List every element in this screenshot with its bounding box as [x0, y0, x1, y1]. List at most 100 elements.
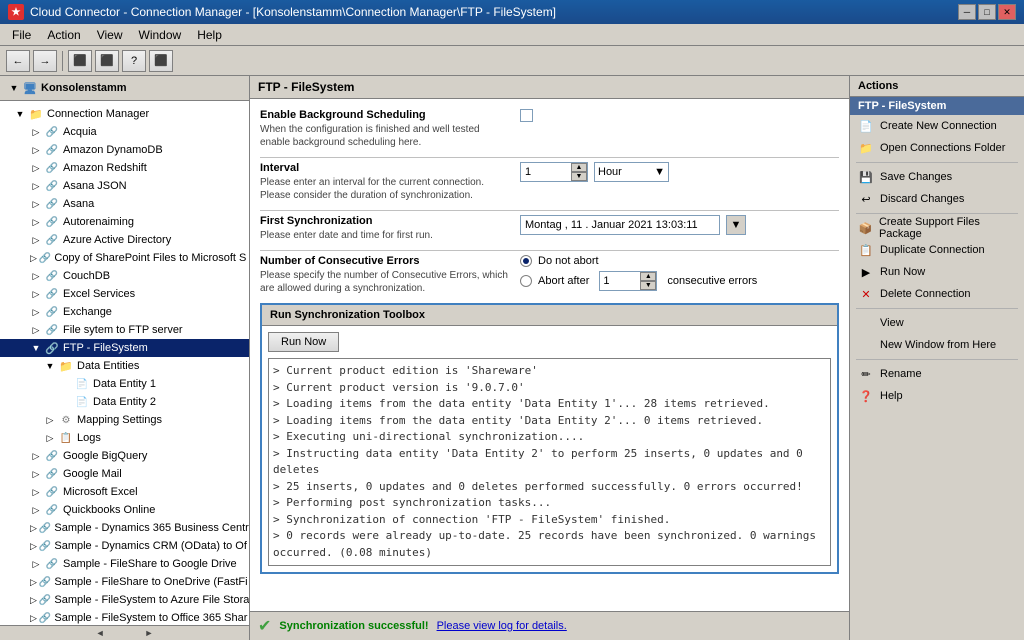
- do-not-abort-option[interactable]: Do not abort: [520, 255, 757, 267]
- acquia-icon: 🔗: [44, 124, 60, 140]
- action-rename[interactable]: ✏ Rename: [850, 363, 1024, 385]
- tree-item-asana[interactable]: ▷ 🔗 Asana: [0, 195, 249, 213]
- bg-scheduling-label: Enable Background Scheduling: [260, 109, 510, 121]
- actions-section-title: FTP - FileSystem: [850, 97, 1024, 115]
- abort-spinner[interactable]: ▲ ▼: [640, 272, 656, 290]
- tree-item-google-bigquery[interactable]: ▷ 🔗 Google BigQuery: [0, 447, 249, 465]
- tree-item-sample-filesystem-o365[interactable]: ▷ 🔗 Sample - FileSystem to Office 365 Sh…: [0, 609, 249, 625]
- interval-section: Interval Please enter an interval for th…: [260, 162, 839, 202]
- action-help[interactable]: ❓ Help: [850, 385, 1024, 407]
- tree-item-azure-ad[interactable]: ▷ 🔗 Azure Active Directory: [0, 231, 249, 249]
- action-open-connections-folder[interactable]: 📁 Open Connections Folder: [850, 137, 1024, 159]
- menu-window[interactable]: Window: [131, 26, 190, 44]
- interval-down[interactable]: ▼: [571, 172, 587, 181]
- action-new-window[interactable]: New Window from Here: [850, 334, 1024, 356]
- tree-item-data-entity-2[interactable]: 📄 Data Entity 2: [0, 393, 249, 411]
- tree-item-exchange[interactable]: ▷ 🔗 Exchange: [0, 303, 249, 321]
- toolbar-btn-4[interactable]: ⬛: [149, 50, 173, 72]
- maximize-button[interactable]: □: [978, 4, 996, 20]
- first-sync-date-input[interactable]: Montag , 11 . Januar 2021 13:03:11: [520, 215, 720, 235]
- content-scroll: Enable Background Scheduling When the co…: [250, 99, 849, 640]
- action-delete-connection[interactable]: ✕ Delete Connection: [850, 283, 1024, 305]
- abort-up[interactable]: ▲: [640, 272, 656, 281]
- tree-item-data-entities[interactable]: ▼ 📁 Data Entities: [0, 357, 249, 375]
- log-line-6: > 25 inserts, 0 updates and 0 deletes pe…: [273, 479, 826, 496]
- menu-bar: File Action View Window Help: [0, 24, 1024, 46]
- tree-item-asana-json[interactable]: ▷ 🔗 Asana JSON: [0, 177, 249, 195]
- tree-item-acquia[interactable]: ▷ 🔗 Acquia: [0, 123, 249, 141]
- abort-input-group: 1 ▲ ▼: [599, 271, 657, 291]
- interval-value[interactable]: 1: [521, 163, 571, 181]
- view-icon: [858, 315, 874, 331]
- tree-item-logs[interactable]: ▷ 📋 Logs: [0, 429, 249, 447]
- tree-item-sample-fileshare-google[interactable]: ▷ 🔗 Sample - FileShare to Google Drive: [0, 555, 249, 573]
- menu-help[interactable]: Help: [189, 26, 230, 44]
- first-sync-label: First Synchronization: [260, 215, 510, 227]
- new-window-icon: [858, 337, 874, 353]
- bg-scheduling-checkbox[interactable]: [520, 109, 533, 122]
- interval-spinner[interactable]: ▲ ▼: [571, 163, 587, 181]
- tree-item-excel-services[interactable]: ▷ 🔗 Excel Services: [0, 285, 249, 303]
- minimize-button[interactable]: ─: [958, 4, 976, 20]
- view-log-link[interactable]: Please view log for details.: [437, 620, 567, 632]
- tree-item-connection-manager[interactable]: ▼ 📁 Connection Manager: [0, 105, 249, 123]
- tree-item-amazon-redshift[interactable]: ▷ 🔗 Amazon Redshift: [0, 159, 249, 177]
- log-line-9: > 0 records were already up-to-date. 25 …: [273, 528, 826, 561]
- tree-item-amazon-dynamodb[interactable]: ▷ 🔗 Amazon DynamoDB: [0, 141, 249, 159]
- tree-item-microsoft-excel[interactable]: ▷ 🔗 Microsoft Excel: [0, 483, 249, 501]
- first-sync-date-value: Montag , 11 . Januar 2021 13:03:11: [525, 219, 698, 231]
- toolbar-btn-3[interactable]: ?: [122, 50, 146, 72]
- tree-item-file-system-ftp[interactable]: ▷ 🔗 File sytem to FTP server: [0, 321, 249, 339]
- content-panel: FTP - FileSystem Enable Background Sched…: [250, 76, 849, 640]
- tree-item-mapping-settings[interactable]: ▷ ⚙ Mapping Settings: [0, 411, 249, 429]
- tree-item-autorename[interactable]: ▷ 🔗 Autorenaiming: [0, 213, 249, 231]
- content-title: FTP - FileSystem: [250, 76, 849, 99]
- menu-action[interactable]: Action: [39, 26, 88, 44]
- tree-root[interactable]: ▼ 🖥 Konsolenstamm: [6, 79, 243, 97]
- tree-item-couchdb[interactable]: ▷ 🔗 CouchDB: [0, 267, 249, 285]
- menu-view[interactable]: View: [89, 26, 131, 44]
- tree-item-sample-fileshare-onedrive[interactable]: ▷ 🔗 Sample - FileShare to OneDrive (Fast…: [0, 573, 249, 591]
- tree-item-sample-dynamics-crm[interactable]: ▷ 🔗 Sample - Dynamics CRM (OData) to Of: [0, 537, 249, 555]
- tree-panel: ▼ 🖥 Konsolenstamm ▼ 📁 Connection Manager…: [0, 76, 250, 640]
- interval-up[interactable]: ▲: [571, 163, 587, 172]
- run-sync-toolbox: Run Synchronization Toolbox Run Now > Cu…: [260, 303, 839, 574]
- tree-item-google-mail[interactable]: ▷ 🔗 Google Mail: [0, 465, 249, 483]
- abort-after-radio[interactable]: [520, 275, 532, 287]
- action-run-now[interactable]: ▶ Run Now: [850, 261, 1024, 283]
- do-not-abort-radio[interactable]: [520, 255, 532, 267]
- close-button[interactable]: ✕: [998, 4, 1016, 20]
- back-button[interactable]: ←: [6, 50, 30, 72]
- interval-unit-dropdown[interactable]: Hour ▼: [594, 162, 669, 182]
- log-line-1: > Current product version is '9.0.7.0': [273, 380, 826, 397]
- window-controls: ─ □ ✕: [958, 4, 1016, 20]
- tree-item-sample-dynamics365-bc[interactable]: ▷ 🔗 Sample - Dynamics 365 Business Centr: [0, 519, 249, 537]
- tree-item-data-entity-1[interactable]: 📄 Data Entity 1: [0, 375, 249, 393]
- view-label: View: [880, 317, 904, 329]
- calendar-button[interactable]: ▼: [726, 215, 746, 235]
- toolbar-btn-1[interactable]: ⬛: [68, 50, 92, 72]
- discard-icon: ↩: [858, 191, 874, 207]
- action-discard-changes[interactable]: ↩ Discard Changes: [850, 188, 1024, 210]
- forward-button[interactable]: →: [33, 50, 57, 72]
- action-support-files[interactable]: 📦 Create Support Files Package: [850, 217, 1024, 239]
- tree-header: ▼ 🖥 Konsolenstamm: [0, 76, 249, 101]
- action-duplicate-connection[interactable]: 📋 Duplicate Connection: [850, 239, 1024, 261]
- run-now-button[interactable]: Run Now: [268, 332, 339, 352]
- action-view[interactable]: View: [850, 312, 1024, 334]
- toolbar-btn-2[interactable]: ⬛: [95, 50, 119, 72]
- abort-after-option[interactable]: Abort after 1 ▲ ▼ consecutive errors: [520, 271, 757, 291]
- open-folder-label: Open Connections Folder: [880, 142, 1005, 154]
- root-arrow: ▼: [8, 82, 20, 94]
- tree-item-copy-sharepoint[interactable]: ▷ 🔗 Copy of SharePoint Files to Microsof…: [0, 249, 249, 267]
- tree-item-quickbooks[interactable]: ▷ 🔗 Quickbooks Online: [0, 501, 249, 519]
- menu-file[interactable]: File: [4, 26, 39, 44]
- delete-label: Delete Connection: [880, 288, 971, 300]
- tree-item-sample-filesystem-azure[interactable]: ▷ 🔗 Sample - FileSystem to Azure File St…: [0, 591, 249, 609]
- abort-value[interactable]: 1: [600, 272, 640, 290]
- action-create-new-connection[interactable]: 📄 Create New Connection: [850, 115, 1024, 137]
- create-connection-icon: 📄: [858, 118, 874, 134]
- action-save-changes[interactable]: 💾 Save Changes: [850, 166, 1024, 188]
- tree-item-ftp-filesystem[interactable]: ▼ 🔗 FTP - FileSystem: [0, 339, 249, 357]
- abort-down[interactable]: ▼: [640, 281, 656, 290]
